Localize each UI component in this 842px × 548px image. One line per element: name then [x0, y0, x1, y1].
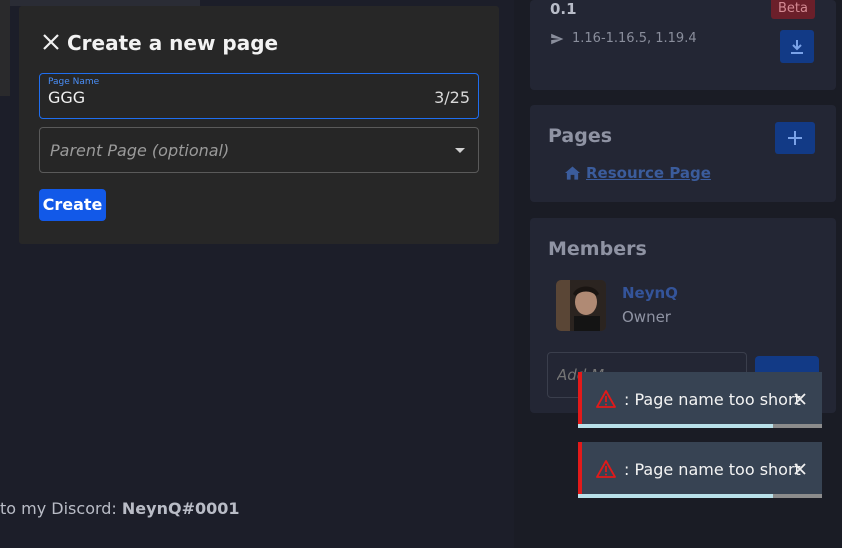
- avatar[interactable]: [556, 280, 606, 331]
- close-dialog-button[interactable]: [41, 32, 61, 52]
- toast-accent-bar: [578, 442, 582, 494]
- toast-progress-fill: [578, 424, 774, 428]
- version-number: 0.1: [550, 0, 577, 18]
- mc-versions: 1.16-1.16.5, 1.19.4: [550, 31, 697, 46]
- discord-contact-line: to my Discord: NeynQ#0001: [0, 499, 240, 518]
- add-page-button[interactable]: [775, 122, 815, 154]
- banner-image: [0, 0, 10, 96]
- page-name-field[interactable]: Page Name GGG 3/25: [39, 73, 479, 119]
- warning-icon: [596, 460, 616, 478]
- toast-message: : Page name too short: [624, 460, 801, 479]
- error-toast[interactable]: : Page name too short: [578, 442, 822, 498]
- members-title: Members: [548, 238, 647, 260]
- dialog-title: Create a new page: [67, 31, 279, 55]
- download-icon: [791, 39, 803, 54]
- page-name-label: Page Name: [48, 77, 100, 87]
- close-icon[interactable]: [792, 461, 808, 477]
- mc-versions-label: 1.16-1.16.5, 1.19.4: [572, 31, 697, 46]
- error-toast[interactable]: : Page name too short: [578, 372, 822, 428]
- page-link-label: Resource Page: [586, 164, 711, 182]
- home-icon: [565, 166, 580, 180]
- plus-icon: [788, 131, 802, 145]
- parent-page-placeholder: Parent Page (optional): [50, 141, 230, 160]
- member-role: Owner: [622, 308, 671, 326]
- toast-progress-fill: [578, 494, 774, 498]
- page-name-counter: 3/25: [434, 88, 470, 107]
- parent-page-select[interactable]: Parent Page (optional): [39, 127, 479, 173]
- close-icon[interactable]: [792, 391, 808, 407]
- send-icon: [551, 33, 564, 44]
- page-link-resource-page[interactable]: Resource Page: [565, 164, 711, 182]
- toast-progress-track: [578, 494, 822, 498]
- avatar-image: [556, 280, 606, 331]
- member-name[interactable]: NeynQ: [622, 284, 678, 302]
- toast-progress-track: [578, 424, 822, 428]
- caret-down-icon: [455, 148, 465, 153]
- beta-badge: Beta: [771, 0, 815, 19]
- download-button[interactable]: [780, 30, 814, 63]
- toast-accent-bar: [578, 372, 582, 424]
- discord-handle: NeynQ#0001: [121, 499, 240, 518]
- warning-icon: [596, 390, 616, 408]
- create-button[interactable]: Create: [39, 189, 106, 221]
- discord-prefix: to my Discord:: [0, 499, 122, 518]
- toast-message: : Page name too short: [624, 390, 801, 409]
- page-name-value[interactable]: GGG: [48, 88, 85, 107]
- close-icon: [43, 34, 59, 50]
- pages-title: Pages: [548, 125, 613, 147]
